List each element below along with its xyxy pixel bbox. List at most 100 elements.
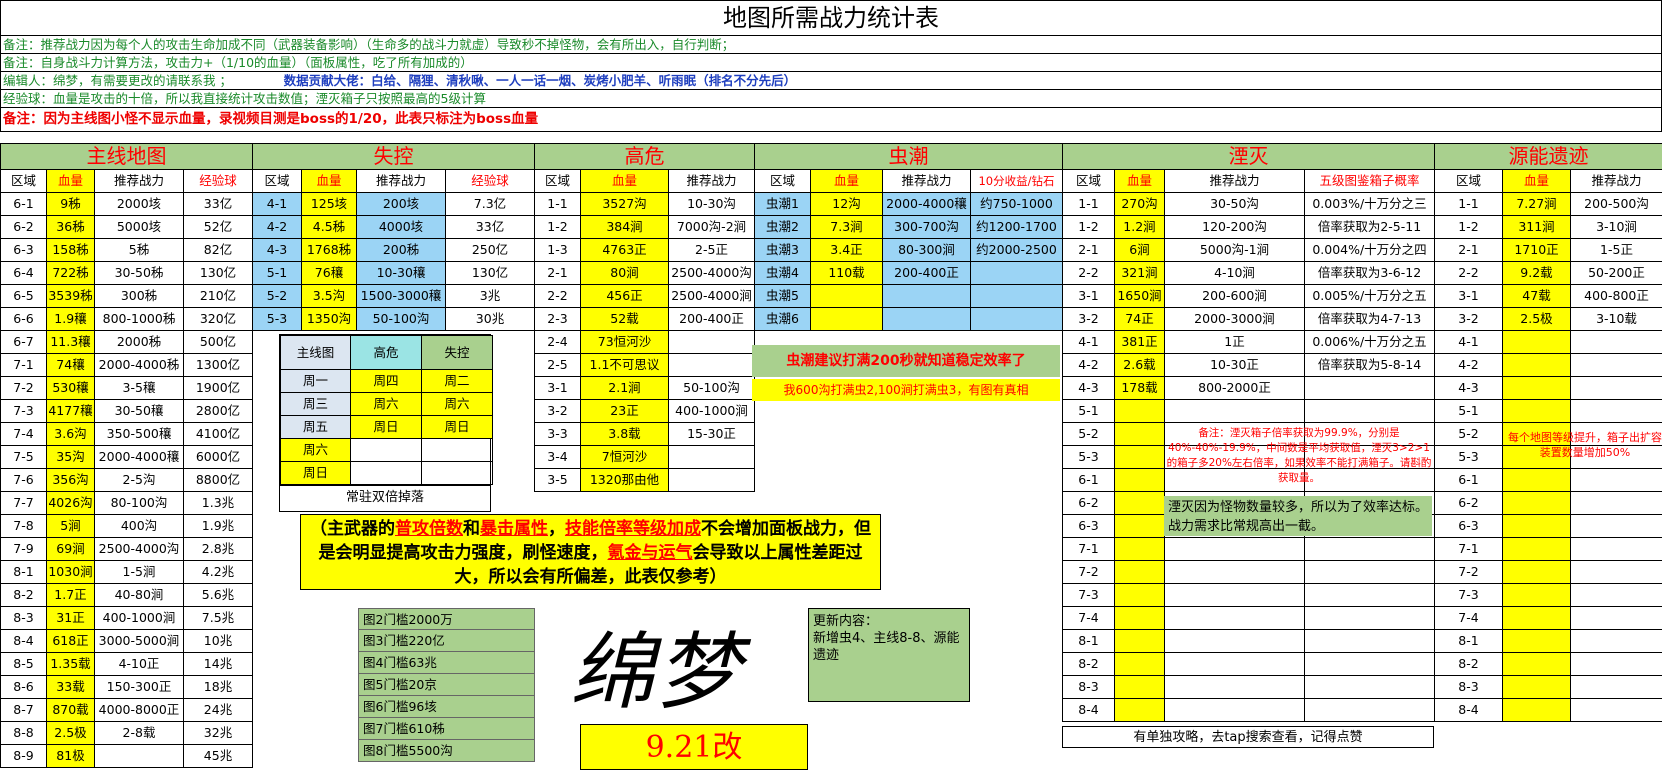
yanmie-row-cell bbox=[1164, 629, 1305, 653]
shikong-row: 5-1 76穰 10-30穰 130亿 bbox=[252, 261, 535, 285]
main-row-cell: 8-4 bbox=[0, 629, 47, 653]
main-row-cell: 530穰 bbox=[46, 376, 95, 400]
yanmie-row-cell bbox=[1114, 675, 1165, 699]
yanmie-row-cell bbox=[1164, 537, 1305, 561]
yuanneng-note: 每个地图等级提升，箱子出扩容装置数量增加50% bbox=[1508, 431, 1662, 459]
gaowei-row-cell: 3-4 bbox=[534, 445, 581, 469]
yuanneng-row-cell bbox=[1570, 399, 1662, 423]
chongchao-note-1: 虫潮建议打满200秒就知道稳定效率了 bbox=[752, 345, 1060, 377]
yanmie-row-cell bbox=[1304, 583, 1435, 607]
yuanneng-row-cell: 6-2 bbox=[1434, 491, 1503, 515]
main-row-cell: 1.9兆 bbox=[183, 514, 253, 538]
disclaimer-text: ， bbox=[548, 519, 565, 539]
yanmie-row: 7-4 bbox=[1062, 606, 1435, 630]
yuanneng-row-cell bbox=[1570, 583, 1662, 607]
gaowei-row-cell: 23正 bbox=[580, 399, 669, 423]
yuanneng-row-cell: 3-2 bbox=[1434, 307, 1503, 331]
col-hp: 血量 bbox=[580, 169, 669, 193]
col-area: 区域 bbox=[1062, 169, 1115, 193]
col-area: 区域 bbox=[252, 169, 302, 193]
yanmie-row-cell bbox=[1304, 399, 1435, 423]
yuanneng-row-cell bbox=[1570, 376, 1662, 400]
yanmie-row-cell: 120-200沟 bbox=[1164, 215, 1305, 239]
main-row-cell: 82亿 bbox=[183, 238, 253, 262]
chongchao-row-cell: 约1200-1700 bbox=[970, 215, 1063, 239]
main-row-cell: 618正 bbox=[46, 629, 95, 653]
yanmie-row-cell: 倍率获取为4-7-13 bbox=[1304, 307, 1435, 331]
col-area: 区域 bbox=[534, 169, 581, 193]
shikong-row-cell: 130亿 bbox=[445, 261, 535, 285]
col-hp: 血量 bbox=[810, 169, 883, 193]
main-row-cell: 9秭 bbox=[46, 192, 95, 216]
main-row-cell: 11.3穰 bbox=[46, 330, 95, 354]
gaowei-row-cell: 1-3 bbox=[534, 238, 581, 262]
main-row: 8-7 870载 4000-8000正 24兆 bbox=[0, 698, 253, 722]
yanmie-row-cell bbox=[1164, 652, 1305, 676]
main-row-cell: 7-7 bbox=[0, 491, 47, 515]
yanmie-row-cell bbox=[1114, 491, 1165, 515]
yuanneng-row-cell: 4-1 bbox=[1434, 330, 1503, 354]
yuanneng-row-cell: 7-1 bbox=[1434, 537, 1503, 561]
yuanneng-row: 8-3 bbox=[1434, 675, 1662, 699]
main-row-cell: 80-100沟 bbox=[94, 491, 184, 515]
yanmie-row-cell bbox=[1114, 606, 1165, 630]
week-head-shikong: 失控 bbox=[421, 335, 493, 370]
yuanneng-row-cell: 2-2 bbox=[1434, 261, 1503, 285]
main-row-cell: 8-5 bbox=[0, 652, 47, 676]
gaowei-row-cell: 4763正 bbox=[580, 238, 669, 262]
week-cell: 周一 bbox=[280, 369, 351, 393]
yanmie-row-cell: 178载 bbox=[1114, 376, 1165, 400]
main-row-cell: 8-3 bbox=[0, 606, 47, 630]
shikong-row-cell: 7.3亿 bbox=[445, 192, 535, 216]
gaowei-row-cell: 15-30正 bbox=[667, 422, 756, 446]
yanmie-row-cell: 381正 bbox=[1114, 330, 1165, 354]
yuanneng-row: 7-2 bbox=[1434, 560, 1662, 584]
yanmie-row-cell: 270沟 bbox=[1114, 192, 1165, 216]
week-footer: 常驻双倍掉落 bbox=[280, 485, 490, 510]
gaowei-row-cell: 3527沟 bbox=[580, 192, 669, 216]
gaowei-row: 1-2 384涧 7000沟-2涧 bbox=[534, 215, 756, 239]
shikong-row-cell: 4-3 bbox=[252, 238, 302, 262]
chongchao-row-cell: 12沟 bbox=[810, 192, 883, 216]
main-row-cell: 8-7 bbox=[0, 698, 47, 722]
main-row: 8-5 1.35载 4-10正 14兆 bbox=[0, 652, 253, 676]
gaowei-row-cell: 3-2 bbox=[534, 399, 581, 423]
yuanneng-row-cell bbox=[1502, 376, 1571, 400]
yuanneng-row-cell: 5-1 bbox=[1434, 399, 1503, 423]
chongchao-row-cell: 虫潮2 bbox=[754, 215, 811, 239]
yuanneng-row-cell bbox=[1502, 514, 1571, 538]
yanmie-row-cell: 1.2涧 bbox=[1114, 215, 1165, 239]
yanmie-row: 1-1 270沟 30-50沟 0.003%/十万分之三 bbox=[1062, 192, 1435, 216]
yuanneng-row-cell: 7-3 bbox=[1434, 583, 1503, 607]
yuanneng-row: 6-2 bbox=[1434, 491, 1662, 515]
yuanneng-row-cell bbox=[1570, 537, 1662, 561]
yuanneng-row-cell bbox=[1502, 629, 1571, 653]
shikong-row-cell: 1350沟 bbox=[301, 307, 357, 331]
yanmie-row-cell: 321涧 bbox=[1114, 261, 1165, 285]
main-row-cell: 870载 bbox=[46, 698, 95, 722]
yanmie-row-cell: 倍率获取为5-8-14 bbox=[1304, 353, 1435, 377]
gaowei-row: 3-3 3.8载 15-30正 bbox=[534, 422, 756, 446]
main-row-cell: 7-2 bbox=[0, 376, 47, 400]
yanmie-row-cell bbox=[1114, 629, 1165, 653]
main-row-cell: 4177穰 bbox=[46, 399, 95, 423]
yuanneng-row: 2-1 1710正 1-5正 bbox=[1434, 238, 1662, 262]
yanmie-row-cell bbox=[1164, 399, 1305, 423]
gaowei-row-cell: 200-400正 bbox=[667, 307, 756, 331]
main-row-cell: 3.6沟 bbox=[46, 422, 95, 446]
weekly-double-drop-box: 主线图 高危 失控 周一 周四 周二 周三 周六 周六 周五 周日 周日 周六 周日 常驻双倍掉落 bbox=[279, 334, 493, 512]
main-row-cell: 7-3 bbox=[0, 399, 47, 423]
main-row-cell: 1.7正 bbox=[46, 583, 95, 607]
yuanneng-row-cell bbox=[1570, 514, 1662, 538]
main-row: 8-8 2.5极 2-8载 32兆 bbox=[0, 721, 253, 745]
yuanneng-row-cell: 50-200正 bbox=[1570, 261, 1662, 285]
chongchao-row-cell bbox=[882, 284, 971, 308]
chongchao-row-cell bbox=[970, 284, 1063, 308]
gaowei-row-cell: 1.1不可思议 bbox=[580, 353, 669, 377]
chongchao-row-cell bbox=[810, 284, 883, 308]
disclaimer-box: （主武器的普攻倍数和暴击属性，技能倍率等级加成不会增加面板战力，但是会明显提高攻… bbox=[300, 514, 881, 590]
yanmie-row-cell: 1-2 bbox=[1062, 215, 1115, 239]
yuanneng-row-cell bbox=[1502, 652, 1571, 676]
yanmie-row: 3-2 74正 2000-3000涧 倍率获取为4-7-13 bbox=[1062, 307, 1435, 331]
main-row-cell: 2000-4000穰 bbox=[94, 445, 184, 469]
